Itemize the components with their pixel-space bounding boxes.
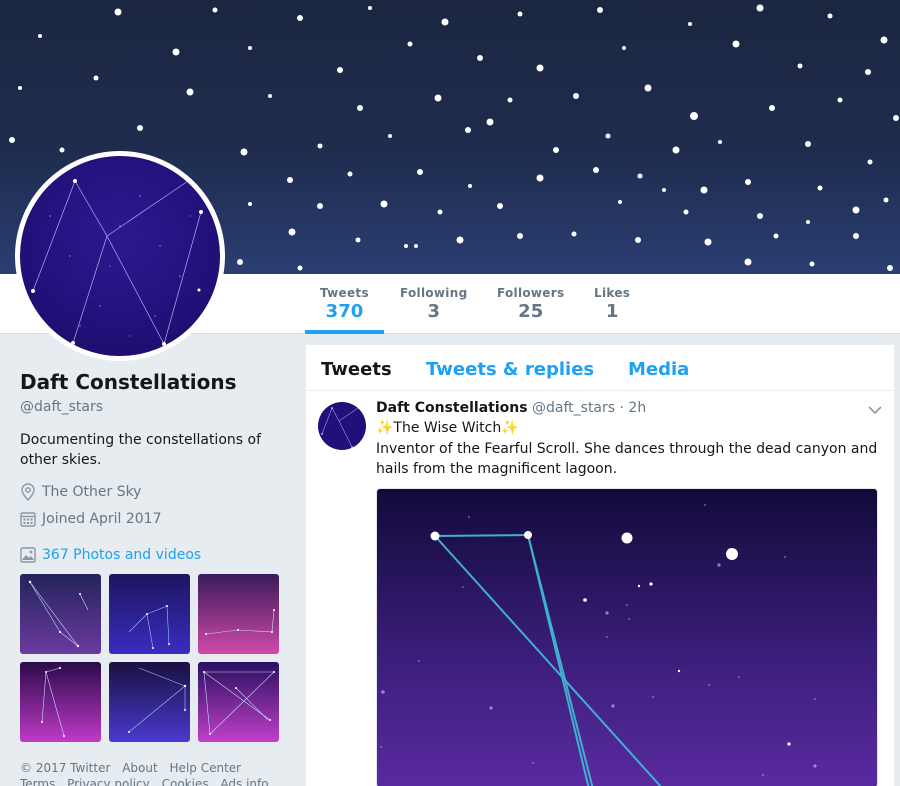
profile-joined: Joined April 2017 [20, 511, 162, 527]
footer-copyright: © 2017 Twitter [20, 761, 111, 775]
tweet-menu-button[interactable] [868, 400, 882, 419]
tweet-image[interactable] [376, 488, 878, 786]
profile-name[interactable]: Daft Constellations [20, 370, 237, 394]
photos-videos-link[interactable]: 367 Photos and videos [20, 547, 201, 563]
image-icon [20, 547, 36, 563]
stat-following[interactable]: Following 3 [400, 286, 467, 334]
avatar-constellation [31, 179, 203, 346]
tweet-title: ✨The Wise Witch✨ [376, 420, 519, 436]
footer-link-help-center[interactable]: Help Center [170, 761, 242, 775]
tweet-timestamp[interactable]: · 2h [620, 400, 647, 416]
stat-likes-label: Likes [594, 286, 631, 300]
stat-following-label: Following [400, 286, 468, 300]
stat-followers[interactable]: Followers 25 [497, 286, 564, 334]
profile-location: The Other Sky [20, 483, 141, 501]
location-text: The Other Sky [42, 484, 142, 500]
stat-tweets-value: 370 [325, 301, 364, 322]
footer-link-terms[interactable]: Terms [20, 777, 55, 786]
stat-likes[interactable]: Likes 1 [594, 286, 630, 334]
site-footer: © 2017 Twitter About Help Center Terms P… [20, 760, 290, 786]
footer-link-about[interactable]: About [122, 761, 157, 775]
calendar-icon [20, 512, 36, 527]
photo-thumbnail[interactable] [20, 574, 101, 654]
profile-avatar[interactable] [15, 151, 225, 361]
tweet-text: Inventor of the Fearful Scroll. She danc… [376, 441, 878, 477]
photo-thumbnail[interactable] [109, 574, 190, 654]
tweet-author-name[interactable]: Daft Constellations [376, 400, 528, 416]
joined-text: Joined April 2017 [42, 511, 162, 527]
stat-following-value: 3 [427, 301, 440, 322]
footer-link-privacy[interactable]: Privacy policy [67, 777, 150, 786]
stat-followers-label: Followers [497, 286, 565, 300]
tweet-author-handle[interactable]: @daft_stars [532, 400, 615, 416]
photo-thumbnail[interactable] [20, 662, 101, 742]
stat-tweets-label: Tweets [320, 286, 369, 300]
photo-thumbnail[interactable] [198, 574, 279, 654]
stat-likes-value: 1 [605, 301, 619, 322]
photo-thumbnail[interactable] [109, 662, 190, 742]
stat-followers-value: 25 [518, 301, 544, 322]
photo-thumbnail[interactable] [198, 662, 279, 742]
constellation-image [377, 489, 877, 786]
chevron-down-icon [868, 406, 882, 415]
footer-link-ads-info[interactable]: Ads info [220, 777, 268, 786]
tweet-header: Daft Constellations @daft_stars · 2h [376, 400, 646, 416]
profile-handle[interactable]: @daft_stars [20, 399, 103, 415]
tweet-avatar[interactable] [318, 402, 366, 450]
footer-link-cookies[interactable]: Cookies [162, 777, 209, 786]
profile-bio: Documenting the constellations of other … [20, 432, 262, 468]
stat-tweets[interactable]: Tweets 370 [305, 286, 384, 334]
photos-videos-label: 367 Photos and videos [42, 547, 202, 563]
tweet[interactable]: Daft Constellations @daft_stars · 2h ✨Th… [306, 345, 894, 786]
avatar-image [20, 156, 220, 356]
location-pin-icon [21, 483, 35, 501]
